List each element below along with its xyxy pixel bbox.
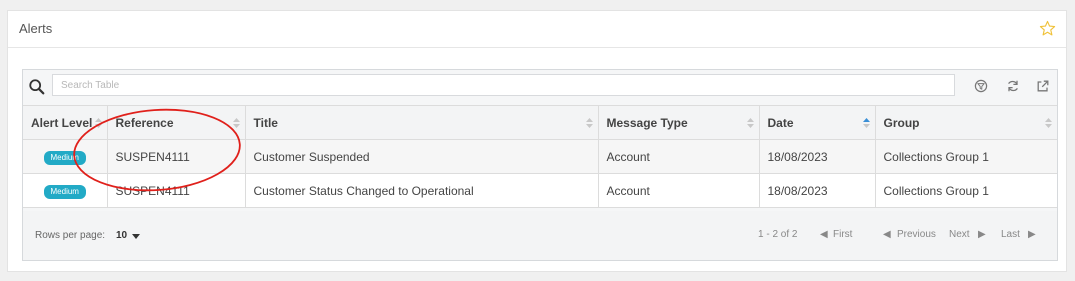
column-header-date[interactable]: Date	[759, 105, 876, 140]
alert-level-cell: Medium	[23, 139, 108, 174]
reference-cell: SUSPEN4111	[107, 173, 246, 208]
table-toolbar	[23, 70, 1057, 104]
search-input[interactable]	[52, 74, 955, 96]
alert-level-badge: Medium	[43, 150, 86, 165]
search-icon	[29, 79, 45, 95]
group-cell: Collections Group 1	[875, 173, 1057, 208]
alerts-panel: Alerts Search Table Alert Level Referenc…	[7, 10, 1067, 272]
table-row[interactable]: Medium SUSPEN4111 Customer Suspended Acc…	[23, 139, 1057, 174]
chevron-right-icon[interactable]: ▶	[978, 229, 986, 240]
title-cell: Customer Status Changed to Operational	[245, 173, 599, 208]
filter-off-icon[interactable]	[973, 78, 989, 94]
star-icon[interactable]	[1039, 20, 1056, 37]
next-page-button[interactable]: Next	[949, 229, 970, 240]
alerts-table: Alert Level Reference Title Message Type…	[23, 105, 1057, 208]
column-header-message-type[interactable]: Message Type	[598, 105, 760, 140]
previous-page-button[interactable]: Previous	[897, 229, 936, 240]
group-cell: Collections Group 1	[875, 139, 1057, 174]
table-header-row: Alert Level Reference Title Message Type…	[23, 105, 1057, 140]
column-header-group[interactable]: Group	[875, 105, 1057, 140]
column-header-alert-level[interactable]: Alert Level	[23, 105, 108, 140]
column-header-reference[interactable]: Reference	[107, 105, 246, 140]
message-type-cell: Account	[598, 173, 760, 208]
sort-icon	[1045, 118, 1052, 128]
chevron-right-icon[interactable]: ▶	[1028, 229, 1036, 240]
table-footer: Rows per page: 10 1 - 2 of 2 ◀ First ◀ P…	[23, 211, 1057, 260]
sort-icon	[585, 118, 593, 128]
panel-header: Alerts	[8, 11, 1066, 48]
alert-level-cell: Medium	[23, 173, 108, 208]
date-cell: 18/08/2023	[759, 139, 876, 174]
alert-level-badge: Medium	[43, 184, 86, 199]
sort-icon	[94, 118, 102, 128]
rows-per-page-select[interactable]: 10	[116, 230, 127, 241]
chevron-left-icon[interactable]: ◀	[883, 229, 891, 240]
caret-down-icon[interactable]	[132, 234, 140, 239]
last-page-button[interactable]: Last	[1001, 229, 1020, 240]
title-cell: Customer Suspended	[245, 139, 599, 174]
page-range: 1 - 2 of 2	[758, 229, 798, 240]
sort-icon	[746, 118, 754, 128]
chevron-left-icon[interactable]: ◀	[820, 229, 828, 240]
refresh-icon[interactable]	[1005, 78, 1021, 94]
export-icon[interactable]	[1035, 78, 1051, 94]
column-header-title[interactable]: Title	[245, 105, 599, 140]
rows-per-page-label: Rows per page:	[35, 230, 106, 241]
sort-icon	[232, 118, 240, 128]
date-cell: 18/08/2023	[759, 173, 876, 208]
panel-title: Alerts	[19, 21, 53, 36]
alerts-table-container: Alert Level Reference Title Message Type…	[22, 69, 1058, 261]
sort-ascending-icon	[862, 118, 870, 128]
first-page-button[interactable]: First	[833, 229, 852, 240]
reference-cell: SUSPEN4111	[107, 139, 246, 174]
table-row[interactable]: Medium SUSPEN4111 Customer Status Change…	[23, 173, 1057, 208]
message-type-cell: Account	[598, 139, 760, 174]
